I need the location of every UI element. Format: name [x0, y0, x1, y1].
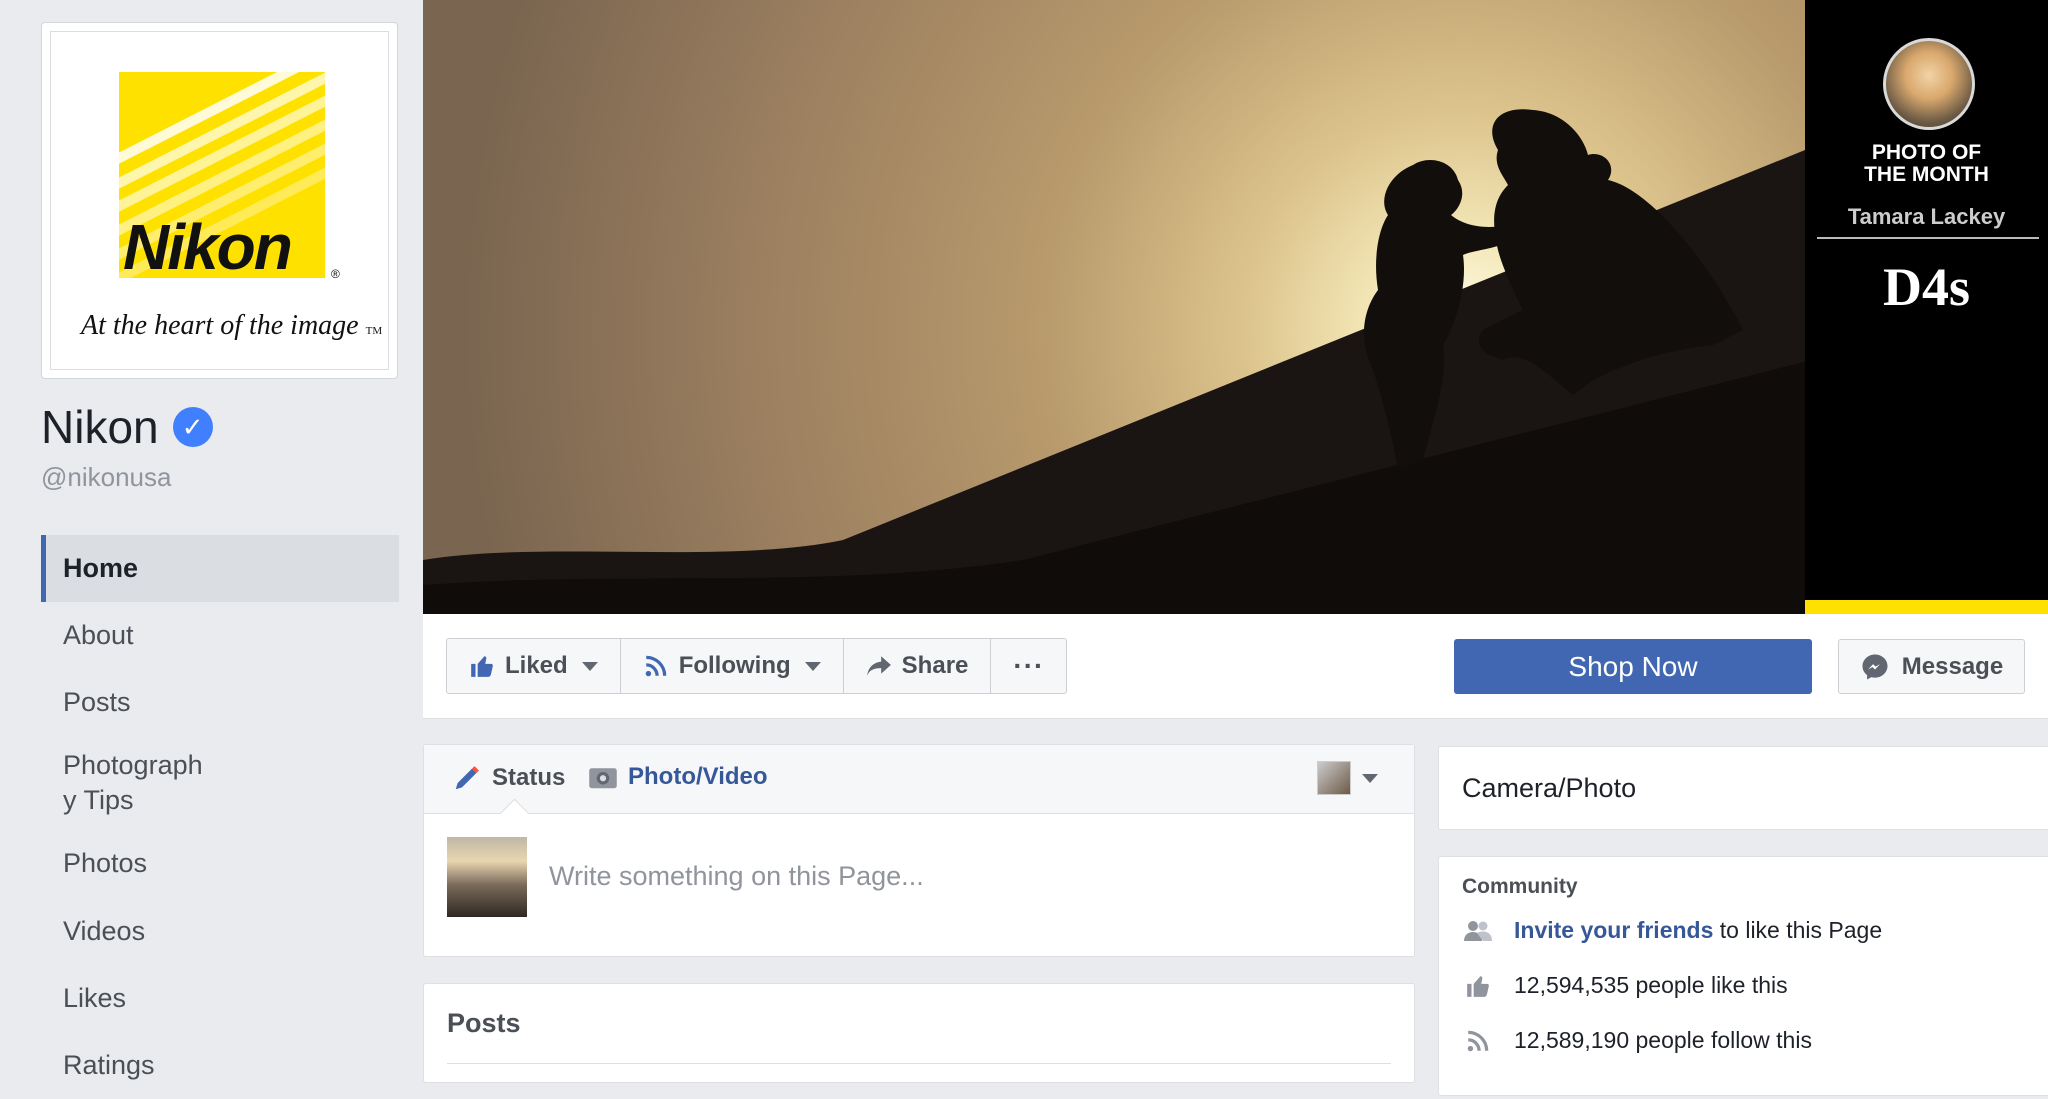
- more-options-button[interactable]: ···: [991, 639, 1066, 693]
- photo-of-the-month-panel: PHOTO OF THE MONTH Tamara Lackey D4s: [1805, 0, 2048, 600]
- posting-as-avatar[interactable]: [1317, 761, 1351, 795]
- community-card: Community Invite your friends to like th…: [1438, 856, 2048, 1096]
- profile-picture-frame: Nikon ® At the heart of the image TM: [50, 31, 389, 370]
- profile-picture[interactable]: Nikon ® At the heart of the image TM: [41, 22, 398, 379]
- liked-label: Liked: [505, 652, 568, 679]
- messenger-icon: [1862, 654, 1888, 679]
- sidebar-item-likes[interactable]: Likes: [41, 965, 399, 1032]
- invite-friends-link[interactable]: Invite your friends: [1514, 917, 1713, 944]
- following-button[interactable]: Following: [621, 639, 844, 693]
- tab-photo-video[interactable]: Photo/Video: [588, 763, 768, 791]
- message-button[interactable]: Message: [1838, 639, 2025, 694]
- post-composer: Status Photo/Video Write something on th…: [423, 744, 1415, 957]
- follows-count-text: 12,589,190 people follow this: [1514, 1027, 1812, 1053]
- community-heading: Community: [1462, 875, 1578, 898]
- composer-input[interactable]: Write something on this Page...: [549, 861, 924, 892]
- tab-status[interactable]: Status: [452, 763, 565, 793]
- tab-photo-video-label: Photo/Video: [628, 763, 768, 790]
- share-button[interactable]: Share: [844, 639, 992, 693]
- promo-divider: [1817, 237, 2039, 239]
- page-title: Nikon ✓: [41, 400, 213, 454]
- thumbs-up-icon: [471, 656, 493, 677]
- photographer-name: Tamara Lackey: [1847, 204, 2006, 229]
- share-arrow-icon: [866, 656, 891, 676]
- chevron-down-icon[interactable]: [1362, 774, 1378, 783]
- user-avatar: [447, 837, 527, 917]
- promo-title-line1: PHOTO OF: [1871, 141, 1982, 164]
- promo-title-line2: THE MONTH: [1864, 163, 1989, 186]
- page-action-bar: Liked Following Share ··· Shop Now Messa…: [423, 614, 2048, 719]
- posts-section: Posts: [423, 983, 1415, 1083]
- photographer-avatar: [1883, 38, 1975, 130]
- shop-now-button[interactable]: Shop Now: [1454, 639, 1812, 694]
- likes-count-row: 12,594,535 people like this: [1462, 972, 1788, 999]
- chevron-down-icon: [804, 661, 821, 671]
- invite-friends-suffix: to like this Page: [1713, 917, 1883, 943]
- share-label: Share: [901, 652, 969, 679]
- liked-button[interactable]: Liked: [447, 639, 621, 693]
- sidebar-item-posts[interactable]: Posts: [41, 669, 399, 736]
- posts-heading: Posts: [447, 1008, 521, 1038]
- rss-follow-icon: [645, 655, 666, 677]
- page-actions-group: Liked Following Share ···: [446, 638, 1068, 694]
- sidebar-item-photos[interactable]: Photos: [41, 830, 399, 897]
- sidebar-item-photography-tips[interactable]: Photograph y Tips: [41, 736, 399, 830]
- camera-model: D4s: [1882, 257, 1970, 317]
- logo-tagline: At the heart of the image TM: [81, 310, 382, 342]
- rss-follow-icon: [1462, 1028, 1494, 1054]
- pencil-icon: [455, 766, 479, 790]
- verified-check-icon: ✓: [172, 407, 213, 447]
- invite-friends-row: Invite your friends to like this Page: [1462, 917, 1882, 944]
- page-handle[interactable]: @nikonusa: [41, 462, 171, 493]
- sidebar-item-ratings[interactable]: Ratings: [41, 1032, 399, 1099]
- logo-tagline-text: At the heart of the image: [81, 310, 359, 341]
- category-card: Camera/Photo: [1438, 746, 2048, 830]
- trademark-mark: TM: [365, 325, 383, 337]
- sidebar-nav: Home About Posts Photograph y Tips Photo…: [41, 535, 399, 1099]
- posts-divider: [447, 1063, 1391, 1064]
- following-label: Following: [678, 652, 791, 679]
- promo-yellow-stripe: [1805, 600, 2048, 614]
- friends-icon: [1462, 919, 1494, 943]
- more-dots-icon: ···: [1013, 650, 1045, 681]
- page-name-text: Nikon: [41, 401, 159, 453]
- tab-status-label: Status: [492, 764, 566, 791]
- sidebar-item-videos[interactable]: Videos: [41, 898, 399, 965]
- likes-count-text: 12,594,535 people like this: [1514, 972, 1788, 998]
- nikon-logo-word: Nikon: [123, 211, 293, 283]
- sidebar-item-home[interactable]: Home: [41, 535, 399, 603]
- follows-count-row: 12,589,190 people follow this: [1462, 1027, 1812, 1054]
- camera-icon: [589, 768, 617, 789]
- page-category[interactable]: Camera/Photo: [1462, 773, 1636, 804]
- message-label: Message: [1901, 652, 2004, 680]
- sidebar-item-about[interactable]: About: [41, 602, 399, 669]
- promo-title: PHOTO OF THE MONTH: [1805, 142, 2048, 186]
- composer-tabs: Status Photo/Video: [424, 745, 1414, 814]
- chevron-down-icon: [581, 661, 598, 671]
- thumbs-up-icon: [1462, 973, 1494, 999]
- registered-mark: ®: [331, 267, 340, 281]
